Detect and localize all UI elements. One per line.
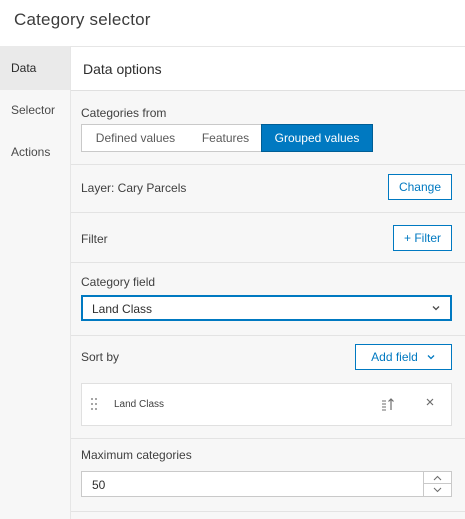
grip-icon[interactable] bbox=[90, 397, 98, 411]
sidebar-item-data[interactable]: Data bbox=[0, 46, 70, 90]
chevron-down-icon bbox=[432, 306, 440, 311]
change-layer-button[interactable]: Change bbox=[388, 174, 452, 200]
categories-from-label: Categories from bbox=[81, 106, 167, 120]
number-stepper bbox=[423, 472, 451, 496]
divider bbox=[71, 335, 465, 336]
increment-button[interactable] bbox=[424, 472, 451, 484]
max-categories-value: 50 bbox=[92, 478, 106, 492]
chevron-up-icon bbox=[433, 475, 442, 480]
divider bbox=[71, 212, 465, 213]
category-field-label: Category field bbox=[81, 275, 156, 289]
sidebar-item-actions[interactable]: Actions bbox=[0, 130, 70, 174]
category-field-value: Land Class bbox=[92, 302, 153, 316]
decrement-button[interactable] bbox=[424, 484, 451, 496]
filter-label: Filter bbox=[81, 232, 108, 246]
divider bbox=[71, 511, 465, 512]
max-categories-label: Maximum categories bbox=[81, 448, 192, 462]
divider bbox=[71, 164, 465, 165]
sort-field-name: Land Class bbox=[114, 399, 165, 410]
divider bbox=[71, 262, 465, 263]
add-field-label: Add field bbox=[371, 350, 418, 364]
segment-grouped-values[interactable]: Grouped values bbox=[261, 124, 373, 152]
sort-ascending-icon[interactable] bbox=[381, 397, 395, 411]
category-field-select[interactable]: Land Class bbox=[81, 295, 452, 321]
panel-header: Data options bbox=[71, 46, 465, 91]
sort-by-label: Sort by bbox=[81, 350, 120, 364]
close-icon[interactable] bbox=[425, 397, 435, 407]
max-categories-input[interactable]: 50 bbox=[81, 471, 452, 497]
sidebar-item-selector[interactable]: Selector bbox=[0, 88, 70, 132]
panel-header-title: Data options bbox=[83, 61, 162, 77]
layer-label: Layer: Cary Parcels bbox=[81, 181, 187, 195]
chevron-down-icon bbox=[433, 487, 442, 493]
categories-from-segmented-control: Defined values Features Grouped values bbox=[81, 124, 373, 152]
chevron-down-icon bbox=[427, 355, 435, 360]
data-options-panel: Data options Categories from Defined val… bbox=[70, 46, 465, 519]
add-sort-field-button[interactable]: Add field bbox=[355, 344, 452, 370]
segment-defined-values[interactable]: Defined values bbox=[82, 125, 189, 151]
sort-field-row[interactable]: Land Class bbox=[81, 383, 452, 426]
add-filter-button[interactable]: + Filter bbox=[393, 225, 452, 251]
sidebar: Data Selector Actions bbox=[0, 46, 70, 519]
divider bbox=[71, 438, 465, 439]
page-title: Category selector bbox=[14, 10, 151, 29]
segment-features[interactable]: Features bbox=[189, 125, 262, 151]
